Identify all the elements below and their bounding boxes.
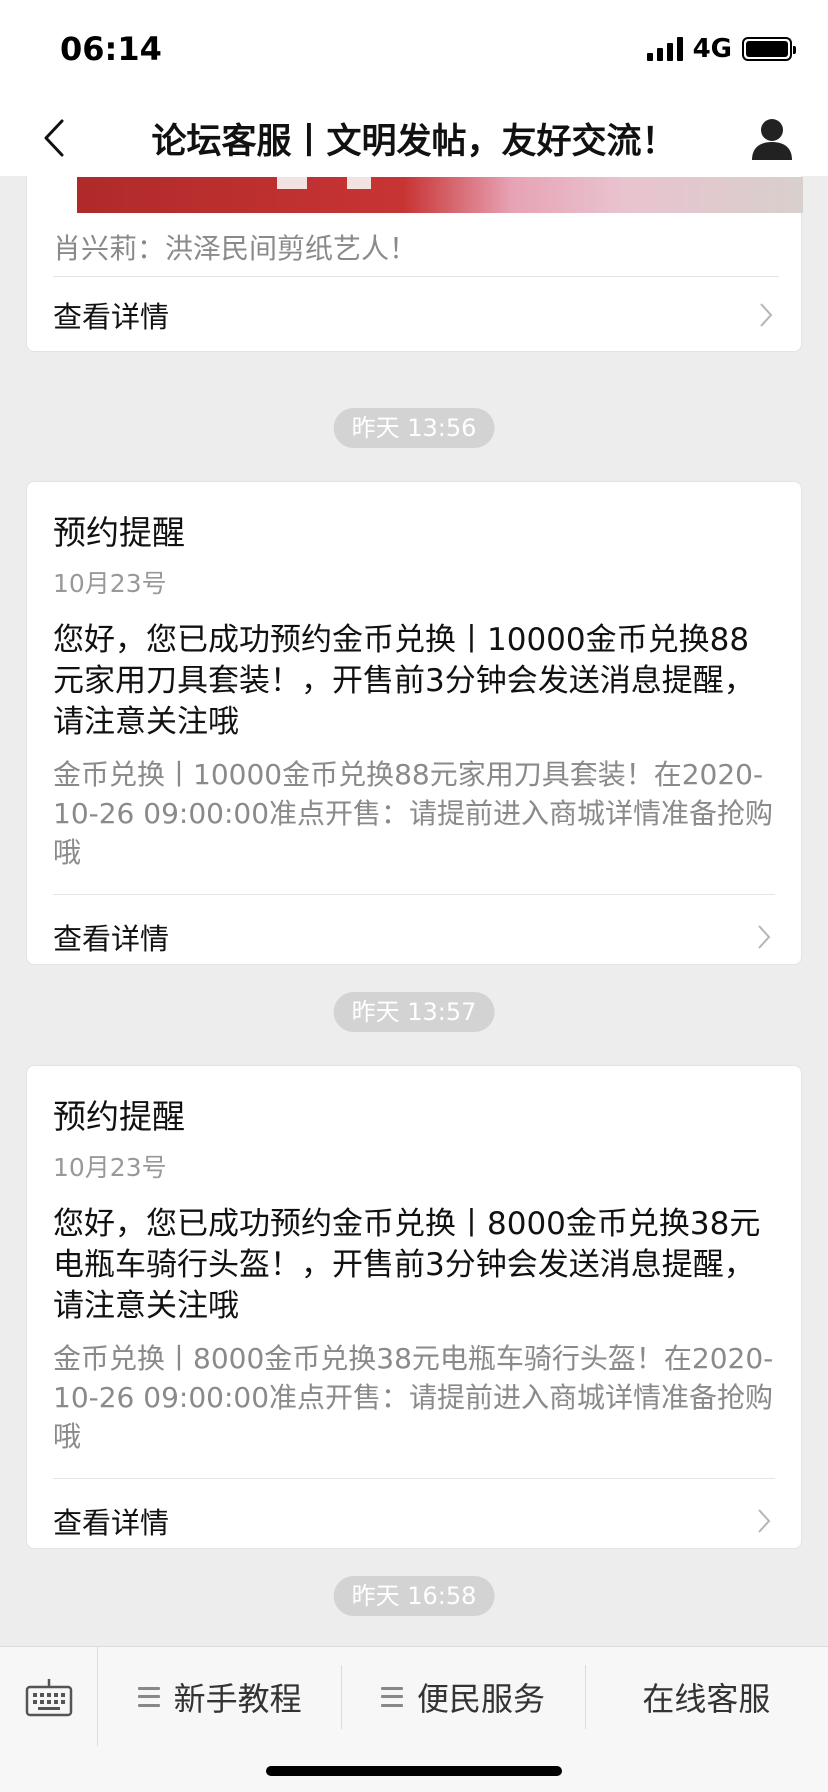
status-indicators: 4G [646, 34, 796, 64]
card-body: 您好，您已成功预约金币兑换丨10000金币兑换88元家用刀具套装！，开售前3分钟… [53, 622, 755, 740]
nav-bar: 论坛客服丨文明发帖，友好交流！ [0, 100, 828, 176]
card-date: 10月23号 [53, 569, 167, 598]
menu-label: 在线客服 [642, 1679, 771, 1718]
menu-label: 新手教程 [173, 1679, 302, 1718]
status-bar: 06:14 4G [0, 0, 828, 100]
menu-list-icon [137, 1686, 160, 1707]
page-title: 论坛客服丨文明发帖，友好交流！ [151, 121, 677, 162]
timestamp-pill: 昨天 13:56 [333, 408, 495, 448]
chevron-right-icon [759, 300, 777, 330]
view-details-label: 查看详情 [53, 1506, 170, 1540]
card-title: 预约提醒 [53, 513, 185, 552]
menu-convenience-services[interactable]: 便民服务 [341, 1647, 584, 1746]
chevron-right-icon [757, 1506, 775, 1536]
bottom-menu-bar: 新手教程 便民服务 在线客服 [0, 1646, 828, 1747]
profile-button[interactable] [742, 108, 802, 168]
chevron-right-icon [757, 922, 775, 952]
home-indicator[interactable] [266, 1766, 562, 1776]
card-title: 预约提醒 [53, 1097, 185, 1136]
menu-list-icon [380, 1686, 403, 1707]
back-button[interactable] [26, 110, 82, 166]
card-description: 金币兑换丨8000金币兑换38元电瓶车骑行头盔！在2020-10-26 09:0… [53, 1342, 774, 1453]
view-details-link[interactable]: 查看详情 [27, 895, 801, 979]
menu-label: 便民服务 [416, 1679, 545, 1718]
menu-online-support[interactable]: 在线客服 [584, 1647, 828, 1746]
view-details-link[interactable]: 查看详情 [27, 1479, 801, 1563]
message-card[interactable]: 预约提醒 10月23号 您好，您已成功预约金币兑换丨10000金币兑换88元家用… [26, 481, 802, 965]
signal-icon [646, 37, 683, 61]
card-date: 10月23号 [53, 1153, 167, 1182]
card-description: 金币兑换丨10000金币兑换88元家用刀具套装！在2020-10-26 09:0… [53, 758, 774, 869]
card-image [77, 177, 803, 213]
timestamp-pill: 昨天 13:57 [333, 992, 495, 1032]
status-time: 06:14 [60, 30, 162, 68]
battery-icon [742, 37, 796, 61]
view-details-label: 查看详情 [53, 922, 170, 956]
chevron-left-icon [44, 119, 64, 157]
person-icon [752, 119, 792, 160]
message-card[interactable]: 预约提醒 10月23号 您好，您已成功预约金币兑换丨8000金币兑换38元电瓶车… [26, 1065, 802, 1549]
menu-newbie-tutorial[interactable]: 新手教程 [98, 1647, 341, 1746]
timestamp-pill: 昨天 16:58 [333, 1576, 495, 1616]
view-details-label: 查看详情 [53, 300, 170, 334]
keyboard-toggle-button[interactable] [0, 1646, 98, 1747]
message-card[interactable]: 肖兴莉：洪泽民间剪纸艺人！ 查看详情 [26, 176, 803, 353]
card-body: 您好，您已成功预约金币兑换丨8000金币兑换38元电瓶车骑行头盔！，开售前3分钟… [53, 1206, 761, 1324]
network-type: 4G [692, 34, 732, 64]
card-caption: 肖兴莉：洪泽民间剪纸艺人！ [53, 232, 418, 265]
view-details-link[interactable]: 查看详情 [27, 277, 803, 353]
message-list: 肖兴莉：洪泽民间剪纸艺人！ 查看详情 昨天 13:56 预约提醒 10月23号 … [0, 176, 828, 1646]
keyboard-icon [25, 1678, 72, 1716]
